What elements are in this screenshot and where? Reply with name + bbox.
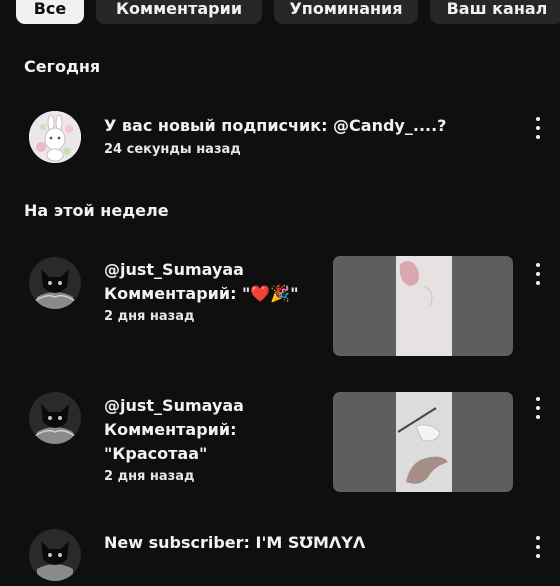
comment-author: @just_Sumayaa (104, 260, 244, 279)
more-vert-icon[interactable] (534, 536, 542, 558)
more-vert-icon[interactable] (534, 397, 542, 419)
notification-new-subscriber[interactable]: New subscriber: I'M SƱMΛYΛ (0, 526, 560, 586)
thumbnail-image (396, 256, 452, 356)
chip-comments[interactable]: Комментарии (96, 0, 262, 24)
comment-text: Комментарий: "❤️🎉" (104, 284, 299, 303)
bunny-avatar-icon (29, 111, 81, 163)
more-vert-icon[interactable] (534, 117, 542, 139)
avatar-cat (29, 392, 81, 444)
comment-text-line1: Комментарий: (104, 420, 237, 439)
chip-your-channel[interactable]: Ваш канал (430, 0, 560, 24)
thumbnail-image (396, 392, 452, 492)
notification-text: @just_Sumayaa Комментарий: "❤️🎉" 2 дня н… (104, 258, 299, 327)
section-title-today: Сегодня (24, 57, 101, 76)
notification-comment[interactable]: @just_Sumayaa Комментарий: "Красотаа" 2 … (0, 391, 560, 493)
notification-new-subscriber[interactable]: У вас новый подписчик: @Candy_....? 24 с… (0, 110, 560, 166)
avatar-bunny (29, 111, 81, 163)
cat-avatar-icon (29, 257, 81, 309)
notification-time: 2 дня назад (104, 309, 195, 324)
notification-time: 2 дня назад (104, 469, 195, 484)
video-thumbnail[interactable] (333, 256, 513, 356)
comment-text-line2: "Красотаа" (104, 444, 208, 463)
filter-chips: Все Комментарии Упоминания Ваш канал (16, 0, 560, 24)
notification-text: У вас новый подписчик: @Candy_....? 24 с… (104, 114, 446, 160)
section-title-this-week: На этой неделе (24, 201, 169, 220)
notification-message: New subscriber: I'M SƱMΛYΛ (104, 533, 366, 552)
more-vert-icon[interactable] (534, 263, 542, 285)
notification-time: 24 секунды назад (104, 142, 241, 157)
avatar-cat (29, 529, 81, 581)
notification-text: @just_Sumayaa Комментарий: "Красотаа" 2 … (104, 394, 244, 487)
comment-author: @just_Sumayaa (104, 396, 244, 415)
cat-avatar-icon (29, 529, 81, 581)
cat-avatar-icon (29, 392, 81, 444)
notification-comment[interactable]: @just_Sumayaa Комментарий: "❤️🎉" 2 дня н… (0, 255, 560, 357)
notification-text: New subscriber: I'M SƱMΛYΛ (104, 531, 365, 555)
chip-all[interactable]: Все (16, 0, 84, 24)
notification-message: У вас новый подписчик: @Candy_....? (104, 116, 447, 135)
chip-mentions[interactable]: Упоминания (274, 0, 418, 24)
avatar-cat (29, 257, 81, 309)
video-thumbnail[interactable] (333, 392, 513, 492)
